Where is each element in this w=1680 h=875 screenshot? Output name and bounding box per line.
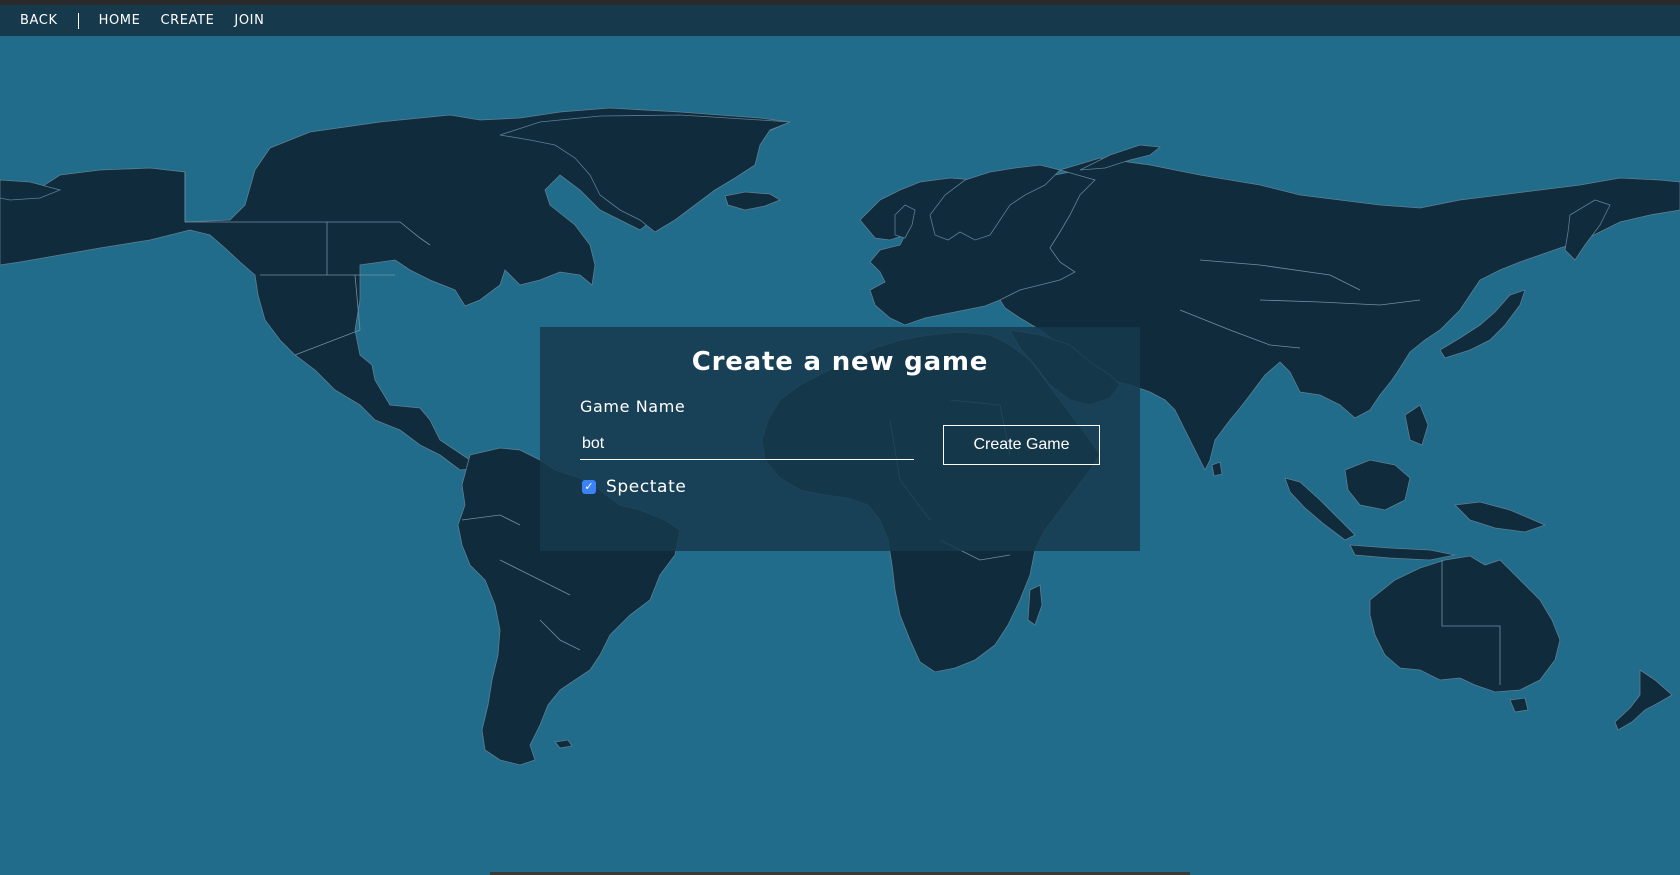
- philippines-landmass: [1404, 404, 1429, 446]
- top-navbar: BACK HOME CREATE JOIN: [0, 5, 1680, 36]
- nav-home-link[interactable]: HOME: [99, 13, 141, 28]
- create-game-dialog: Create a new game Game Name Create Game …: [540, 327, 1140, 551]
- spectate-option: ✓ Spectate: [582, 477, 686, 497]
- nav-back-link[interactable]: BACK: [20, 13, 58, 28]
- create-game-button[interactable]: Create Game: [943, 425, 1100, 465]
- sumatra-landmass: [1284, 477, 1356, 541]
- borneo-landmass: [1344, 459, 1411, 511]
- australia-landmass: [1369, 555, 1561, 693]
- spectate-label: Spectate: [606, 477, 687, 497]
- tasmania-landmass: [1509, 697, 1529, 713]
- game-name-input[interactable]: [580, 429, 914, 460]
- falklands-landmass: [554, 739, 573, 749]
- madagascar-landmass: [1027, 584, 1043, 626]
- game-name-label: Game Name: [580, 397, 686, 416]
- dialog-title: Create a new game: [691, 347, 989, 377]
- iceland-landmass: [724, 191, 781, 211]
- new-zealand-landmass: [1614, 669, 1673, 731]
- nav-create-link[interactable]: CREATE: [160, 13, 214, 28]
- java-landmass: [1349, 544, 1456, 561]
- new-guinea-landmass: [1454, 501, 1547, 533]
- nav-join-link[interactable]: JOIN: [234, 13, 264, 28]
- spectate-checkbox[interactable]: ✓: [582, 480, 596, 494]
- sri-lanka-landmass: [1211, 461, 1223, 477]
- nav-divider: [77, 12, 79, 29]
